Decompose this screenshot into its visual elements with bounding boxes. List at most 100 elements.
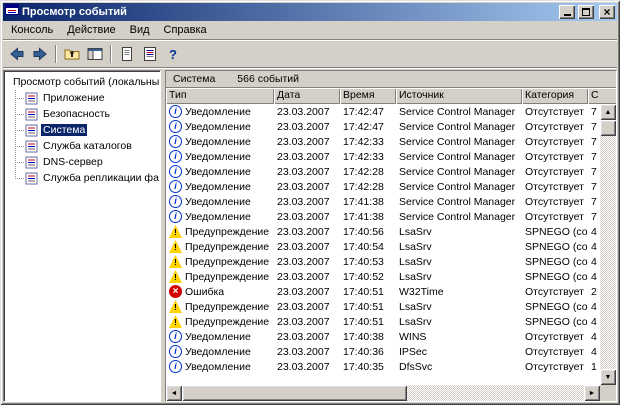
horizontal-scrollbar[interactable] [166,385,600,401]
scroll-up-button[interactable] [600,104,616,120]
event-log-icon [25,92,38,105]
event-type: Уведомление [185,181,251,193]
tree-item[interactable]: DNS-сервер [11,154,159,170]
event-row[interactable]: Уведомление 23.03.2007 17:42:47 Service … [166,119,600,134]
scroll-down-button[interactable] [600,369,616,385]
event-row[interactable]: Предупреждение 23.03.2007 17:40:52 LsaSr… [166,269,600,284]
window-title: Просмотр событий [22,6,556,18]
vertical-scrollbar[interactable] [600,104,616,385]
warning-icon [169,225,182,238]
scroll-left-button[interactable] [166,385,182,401]
column-header-2[interactable]: Время [340,88,396,104]
event-log-icon [25,140,38,153]
column-header-1[interactable]: Дата [274,88,340,104]
vertical-scroll-thumb[interactable] [600,120,616,136]
forward-button[interactable] [29,43,51,65]
tree-root[interactable]: Просмотр событий (локальных) [5,74,159,90]
event-category: Отсутствует [522,331,588,343]
up-level-button[interactable] [61,43,83,65]
menu-help[interactable]: Справка [157,22,214,38]
tree-item[interactable]: Служба каталогов [11,138,159,154]
properties-button[interactable] [116,43,138,65]
event-row[interactable]: Уведомление 23.03.2007 17:41:38 Service … [166,194,600,209]
close-button[interactable] [599,5,615,19]
event-row[interactable]: Уведомление 23.03.2007 17:42:28 Service … [166,179,600,194]
toolbar-separator [110,45,112,63]
event-row[interactable]: Предупреждение 23.03.2007 17:40:56 LsaSr… [166,224,600,239]
event-date: 23.03.2007 [274,211,340,223]
event-type-cell: Уведомление [166,180,274,193]
event-type: Уведомление [185,121,251,133]
event-category: SPNEGO (со... [522,241,588,253]
event-type: Уведомление [185,346,251,358]
info-icon [169,120,182,133]
event-viewer-window: Просмотр событий Консоль Действие Вид Сп… [0,0,620,405]
info-icon [169,330,182,343]
selected-log-name: Система [173,73,215,85]
event-source: WINS [396,331,522,343]
column-header-5[interactable]: С [588,88,616,104]
tree-item-label: DNS-сервер [41,156,105,168]
properties-icon [119,46,135,62]
info-icon [169,105,182,118]
minimize-button[interactable] [559,5,575,19]
vertical-scroll-track[interactable] [600,120,616,369]
error-icon [169,285,182,298]
menu-view[interactable]: Вид [123,22,157,38]
menu-console[interactable]: Консоль [4,22,60,38]
event-row[interactable]: Уведомление 23.03.2007 17:42:33 Service … [166,134,600,149]
event-type-cell: Уведомление [166,195,274,208]
tree-item[interactable]: Система [11,122,159,138]
event-date: 23.03.2007 [274,331,340,343]
show-tree-button[interactable] [84,43,106,65]
event-id: 7 [588,166,600,178]
back-arrow-icon [9,46,25,62]
result-description-bar: Система 566 событий [166,71,616,88]
event-row[interactable]: Ошибка 23.03.2007 17:40:51 W32Time Отсут… [166,284,600,299]
event-category: Отсутствует [522,121,588,133]
column-header-4[interactable]: Категория [522,88,588,104]
scrollbar-corner [600,385,616,401]
title-bar[interactable]: Просмотр событий [3,3,617,21]
event-type-cell: Уведомление [166,150,274,163]
column-header-0[interactable]: Тип [166,88,274,104]
event-type-cell: Предупреждение [166,255,274,268]
horizontal-scroll-thumb[interactable] [182,385,407,401]
tree-item[interactable]: Безопасность [11,106,159,122]
export-list-button[interactable] [139,43,161,65]
minimize-icon [564,8,571,16]
tree-item-label: Безопасность [41,108,112,120]
event-list-pane: Система 566 событий ТипДатаВремяИсточник… [165,70,617,402]
event-row[interactable]: Предупреждение 23.03.2007 17:40:51 LsaSr… [166,314,600,329]
event-category: Отсутствует [522,136,588,148]
event-source: LsaSrv [396,301,522,313]
event-category: Отсутствует [522,181,588,193]
maximize-button[interactable] [578,5,594,19]
event-row[interactable]: Уведомление 23.03.2007 17:41:38 Service … [166,209,600,224]
event-id: 4 [588,316,600,328]
scroll-right-button[interactable] [584,385,600,401]
event-row[interactable]: Уведомление 23.03.2007 17:42:47 Service … [166,104,600,119]
event-row[interactable]: Предупреждение 23.03.2007 17:40:54 LsaSr… [166,239,600,254]
event-row[interactable]: Уведомление 23.03.2007 17:40:36 IPSec От… [166,344,600,359]
horizontal-scroll-track[interactable] [182,385,584,401]
event-type: Уведомление [185,361,251,373]
menu-action[interactable]: Действие [60,22,122,38]
back-button[interactable] [6,43,28,65]
help-button[interactable]: ? [162,43,184,65]
event-row[interactable]: Уведомление 23.03.2007 17:40:35 DfsSvc О… [166,359,600,374]
info-icon [169,180,182,193]
event-category: Отсутствует [522,166,588,178]
event-date: 23.03.2007 [274,106,340,118]
event-row[interactable]: Уведомление 23.03.2007 17:42:33 Service … [166,149,600,164]
warning-icon [169,255,182,268]
event-row[interactable]: Предупреждение 23.03.2007 17:40:53 LsaSr… [166,254,600,269]
event-date: 23.03.2007 [274,181,340,193]
tree-item[interactable]: Приложение [11,90,159,106]
event-type-cell: Предупреждение [166,240,274,253]
event-row[interactable]: Предупреждение 23.03.2007 17:40:51 LsaSr… [166,299,600,314]
tree-item[interactable]: Служба репликации файлов [11,170,159,186]
column-header-3[interactable]: Источник [396,88,522,104]
event-row[interactable]: Уведомление 23.03.2007 17:40:38 WINS Отс… [166,329,600,344]
event-row[interactable]: Уведомление 23.03.2007 17:42:28 Service … [166,164,600,179]
